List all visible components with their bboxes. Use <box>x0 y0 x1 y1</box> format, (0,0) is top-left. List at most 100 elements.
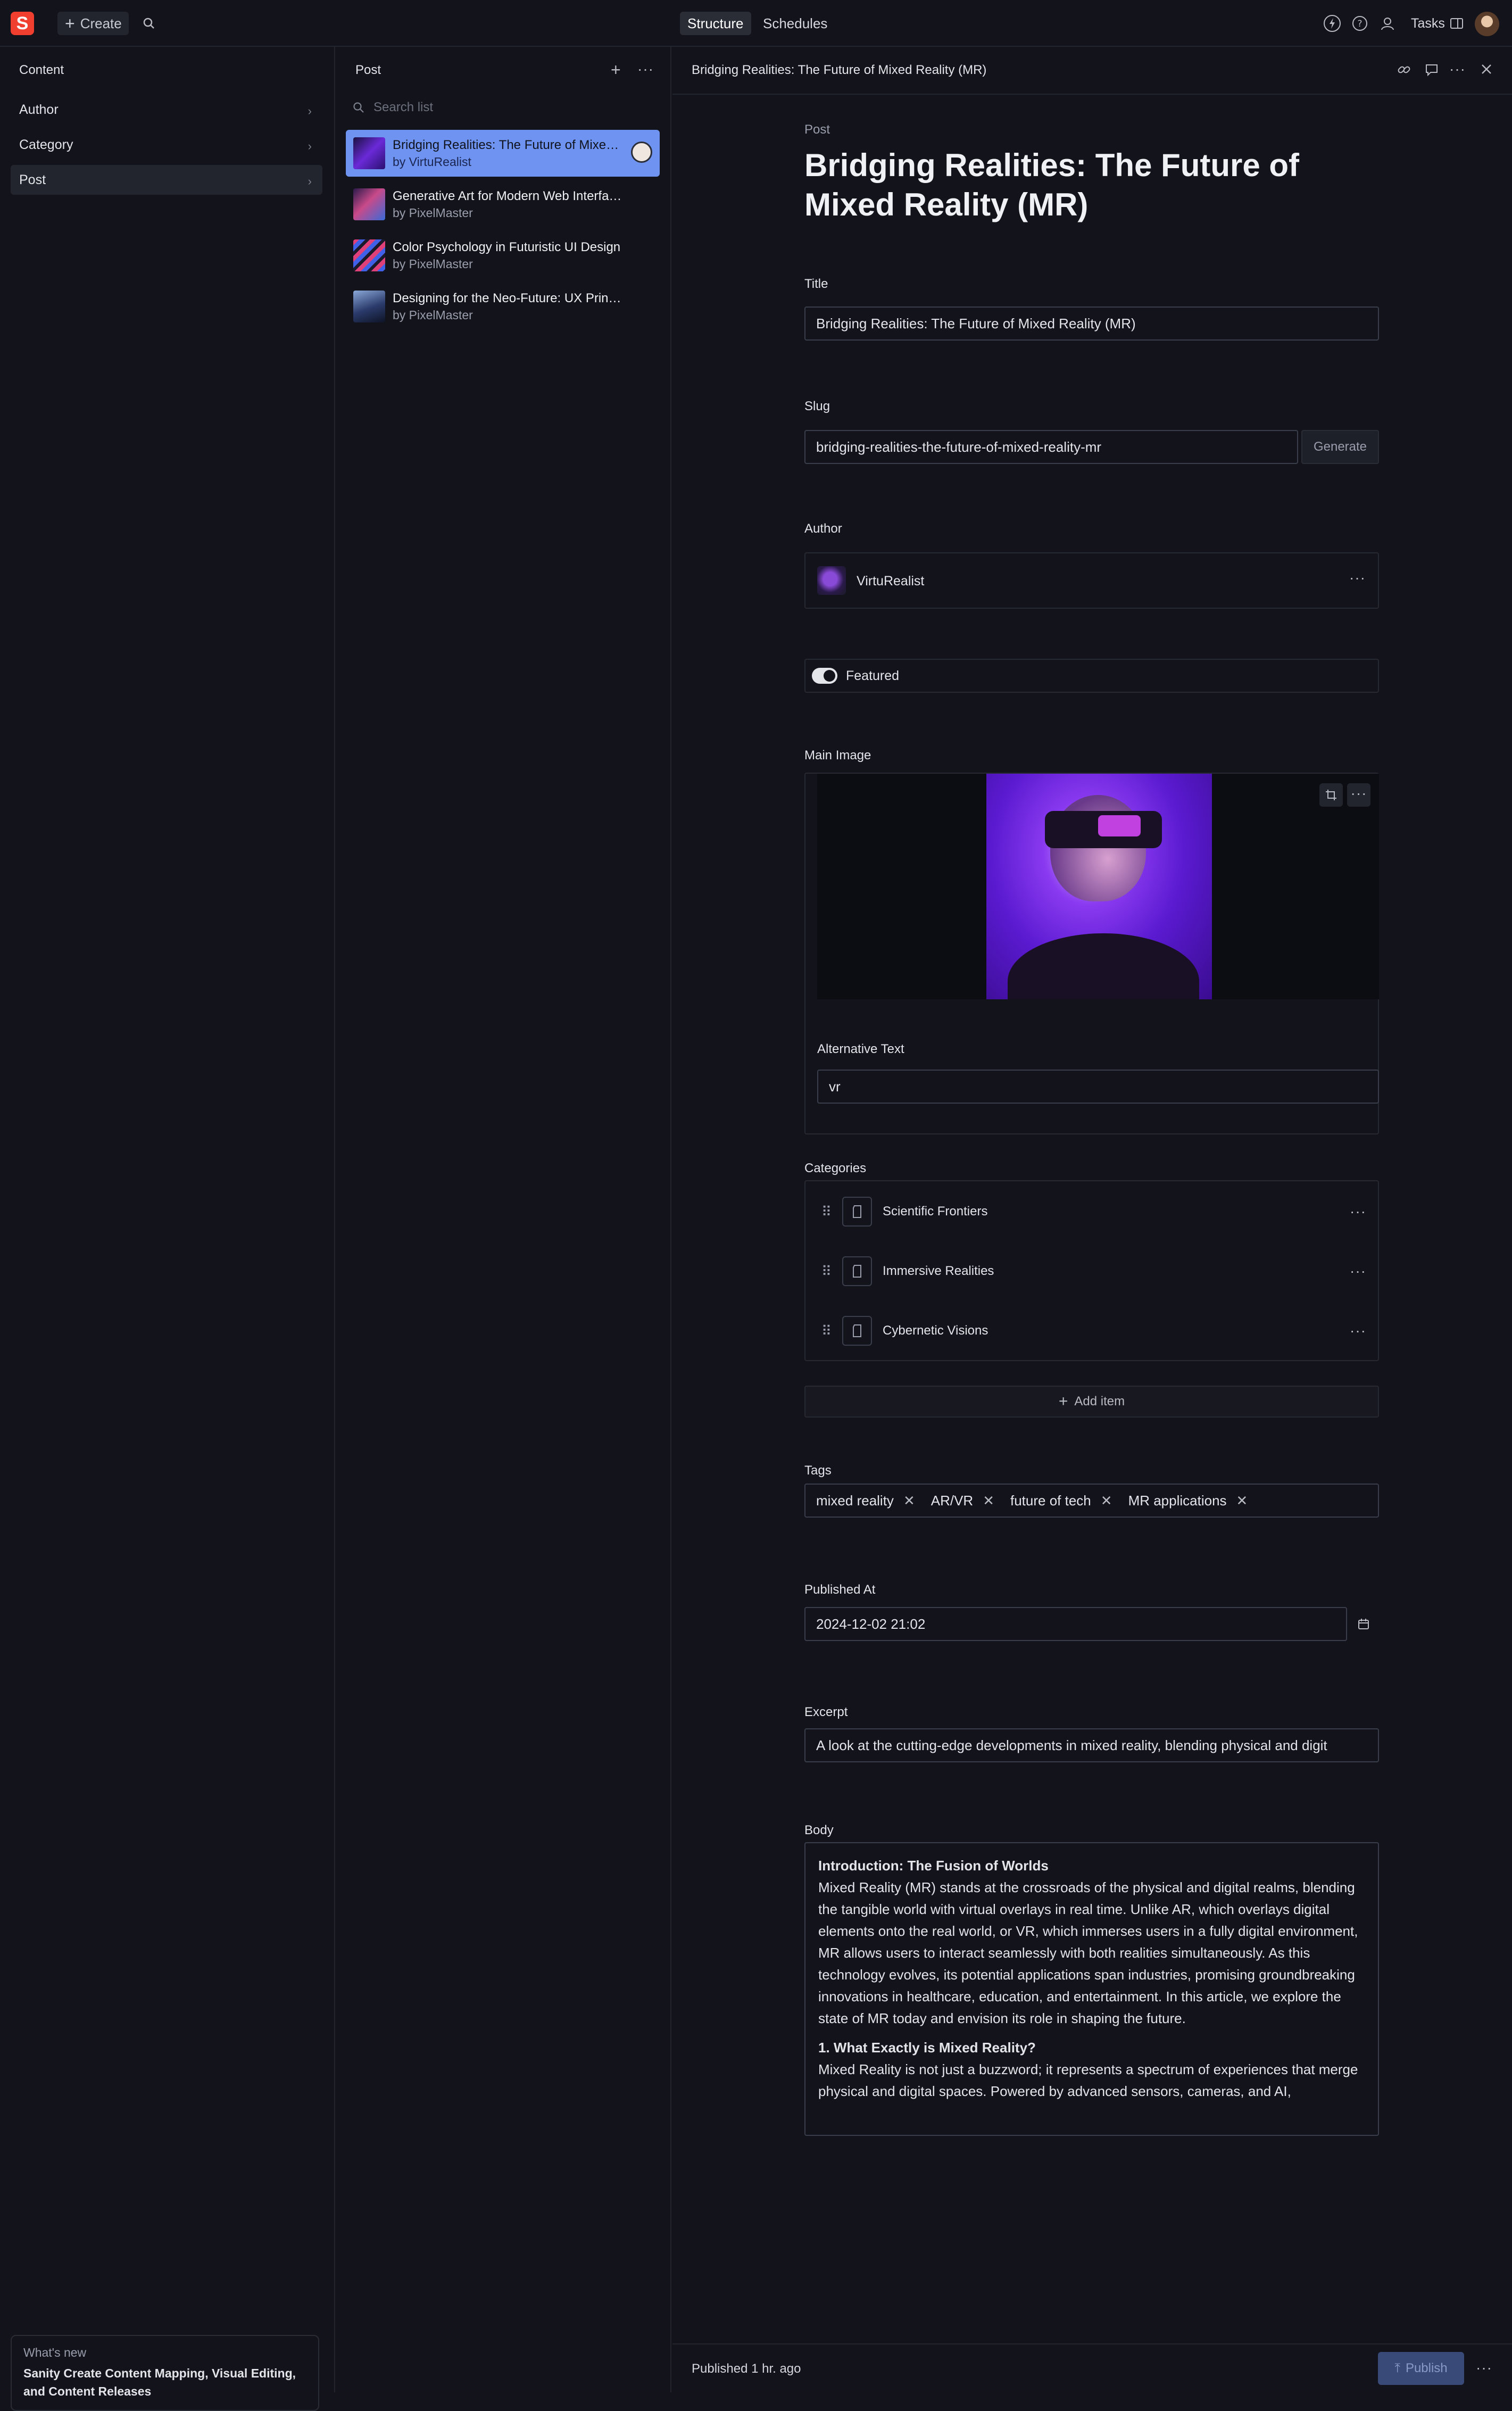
more-icon[interactable]: ··· <box>1350 1203 1366 1220</box>
slug-field[interactable]: bridging-realities-the-future-of-mixed-r… <box>804 430 1298 464</box>
plus-icon: + <box>1058 1393 1068 1410</box>
content-pane: Content Author › Category › Post › What'… <box>0 47 335 2411</box>
more-icon[interactable]: ··· <box>637 61 654 78</box>
whats-new-card[interactable]: What's new Sanity Create Content Mapping… <box>11 2335 319 2411</box>
tasks-button[interactable]: Tasks <box>1411 12 1445 35</box>
title-label: Title <box>804 277 828 291</box>
sidebar-item-category[interactable]: Category › <box>11 130 322 160</box>
help-icon[interactable]: ? <box>1349 13 1370 34</box>
list-item[interactable]: Color Psychology in Futuristic UI Design… <box>346 232 660 279</box>
add-item-button[interactable]: + Add item <box>804 1386 1379 1418</box>
plus-icon[interactable]: + <box>611 61 621 78</box>
body-heading: Introduction: The Fusion of Worlds <box>818 1858 1049 1874</box>
remove-tag-icon[interactable]: ✕ <box>1236 1493 1248 1509</box>
more-icon[interactable]: ··· <box>1350 1263 1366 1280</box>
tab-structure[interactable]: Structure <box>680 12 751 35</box>
drag-handle-icon[interactable]: ⠿ <box>821 1263 832 1280</box>
sidebar-item-label: Author <box>19 102 59 117</box>
remove-tag-icon[interactable]: ✕ <box>983 1493 994 1509</box>
more-icon[interactable]: ··· <box>1350 1322 1366 1339</box>
create-label: Create <box>80 15 122 31</box>
publish-status: Published 1 hr. ago <box>692 2362 801 2376</box>
list-item[interactable]: Bridging Realities: The Future of Mixed … <box>346 130 660 177</box>
sidebar-item-label: Category <box>19 137 73 152</box>
drag-handle-icon[interactable]: ⠿ <box>821 1323 832 1339</box>
excerpt-field[interactable]: A look at the cutting-edge developments … <box>804 1728 1379 1762</box>
list-item-author: by PixelMaster <box>393 205 473 220</box>
user-avatar[interactable] <box>1475 12 1499 36</box>
remove-tag-icon[interactable]: ✕ <box>1101 1493 1112 1509</box>
alt-text-field[interactable]: vr <box>817 1070 1379 1104</box>
featured-label: Featured <box>846 668 900 683</box>
featured-toggle[interactable] <box>812 668 837 684</box>
document-header-title: Bridging Realities: The Future of Mixed … <box>692 63 987 77</box>
document-icon <box>842 1316 873 1346</box>
list-item-title: Bridging Realities: The Future of Mixed … <box>393 137 621 152</box>
more-icon[interactable]: ··· <box>1449 61 1466 78</box>
category-item[interactable]: ⠿ Scientific Frontiers ··· <box>805 1182 1380 1241</box>
more-icon[interactable]: ··· <box>1349 569 1366 586</box>
publish-button[interactable]: ⤒ Publish <box>1378 2352 1464 2385</box>
link-icon[interactable] <box>1396 62 1412 78</box>
close-icon[interactable] <box>1479 62 1494 77</box>
add-item-label: Add item <box>1074 1394 1125 1409</box>
remove-tag-icon[interactable]: ✕ <box>903 1493 915 1509</box>
post-thumbnail <box>353 137 385 169</box>
lightning-icon[interactable] <box>1322 13 1343 34</box>
tags-input[interactable]: mixed reality ✕ AR/VR ✕ future of tech ✕ MR… <box>804 1484 1379 1518</box>
slug-label: Slug <box>804 399 830 413</box>
generate-button[interactable]: Generate <box>1301 430 1379 464</box>
plus-icon: + <box>65 14 75 33</box>
tab-schedules[interactable]: Schedules <box>755 12 835 35</box>
comment-icon[interactable] <box>1424 62 1440 78</box>
drag-handle-icon[interactable]: ⠿ <box>821 1204 832 1220</box>
pane-title: Post <box>355 63 381 77</box>
crop-icon[interactable] <box>1319 783 1343 807</box>
users-icon[interactable] <box>1377 13 1398 34</box>
search-placeholder: Search list <box>373 100 434 114</box>
tag-chip: AR/VR ✕ <box>931 1493 994 1509</box>
author-reference[interactable]: VirtuRealist ··· <box>804 552 1379 609</box>
more-icon[interactable]: ··· <box>1476 2359 1492 2376</box>
search-icon[interactable] <box>138 13 160 34</box>
publish-icon: ⤒ <box>1394 2361 1400 2375</box>
document-icon <box>842 1197 873 1227</box>
body-heading: 1. What Exactly is Mixed Reality? <box>818 2040 1036 2056</box>
sanity-logo[interactable]: S <box>11 12 34 35</box>
published-at-field[interactable]: 2024-12-02 21:02 <box>804 1607 1347 1641</box>
create-button[interactable]: + Create <box>57 12 129 35</box>
svg-text:?: ? <box>1357 19 1362 29</box>
pane-title: Content <box>19 63 64 77</box>
sidebar-item-label: Post <box>19 172 46 187</box>
author-name: VirtuRealist <box>857 574 925 589</box>
panel-icon[interactable] <box>1446 13 1467 34</box>
image-more-icon[interactable]: ··· <box>1347 783 1370 807</box>
sidebar-item-post[interactable]: Post › <box>11 165 322 195</box>
body-paragraph: Mixed Reality is not just a buzzword; it… <box>818 2061 1358 2099</box>
whats-new-text: Sanity Create Content Mapping, Visual Ed… <box>23 2366 296 2398</box>
search-input[interactable]: Search list <box>352 96 650 119</box>
tag-chip: mixed reality ✕ <box>816 1493 915 1509</box>
author-avatar <box>817 566 846 595</box>
title-field[interactable]: Bridging Realities: The Future of Mixed … <box>804 306 1379 341</box>
chevron-right-icon: › <box>308 139 312 153</box>
author-label: Author <box>804 521 842 536</box>
excerpt-label: Excerpt <box>804 1705 848 1719</box>
image-preview[interactable]: ··· <box>817 774 1379 999</box>
vr-photo <box>986 774 1212 999</box>
top-navbar: S + Create Structure Schedules ? Tasks <box>0 0 1512 47</box>
category-item[interactable]: ⠿ Immersive Realities ··· <box>805 1242 1380 1300</box>
main-image-label: Main Image <box>804 748 871 763</box>
post-thumbnail <box>353 239 385 271</box>
body-editor[interactable]: Introduction: The Fusion of Worlds Mixed… <box>804 1842 1379 2136</box>
document-pane: Bridging Realities: The Future of Mixed … <box>672 47 1512 2392</box>
tag-chip: future of tech ✕ <box>1010 1493 1112 1509</box>
list-item[interactable]: Generative Art for Modern Web Interfaces… <box>346 181 660 228</box>
category-item[interactable]: ⠿ Cybernetic Visions ··· <box>805 1302 1380 1360</box>
sidebar-item-author[interactable]: Author › <box>11 95 322 125</box>
categories-list: ⠿ Scientific Frontiers ··· ⠿ Immersive R… <box>804 1180 1379 1361</box>
presence-avatar <box>631 142 652 163</box>
whats-new-heading: What's new <box>23 2346 87 2359</box>
list-item[interactable]: Designing for the Neo-Future: UX Princip… <box>346 283 660 330</box>
calendar-icon[interactable] <box>1348 1607 1379 1641</box>
